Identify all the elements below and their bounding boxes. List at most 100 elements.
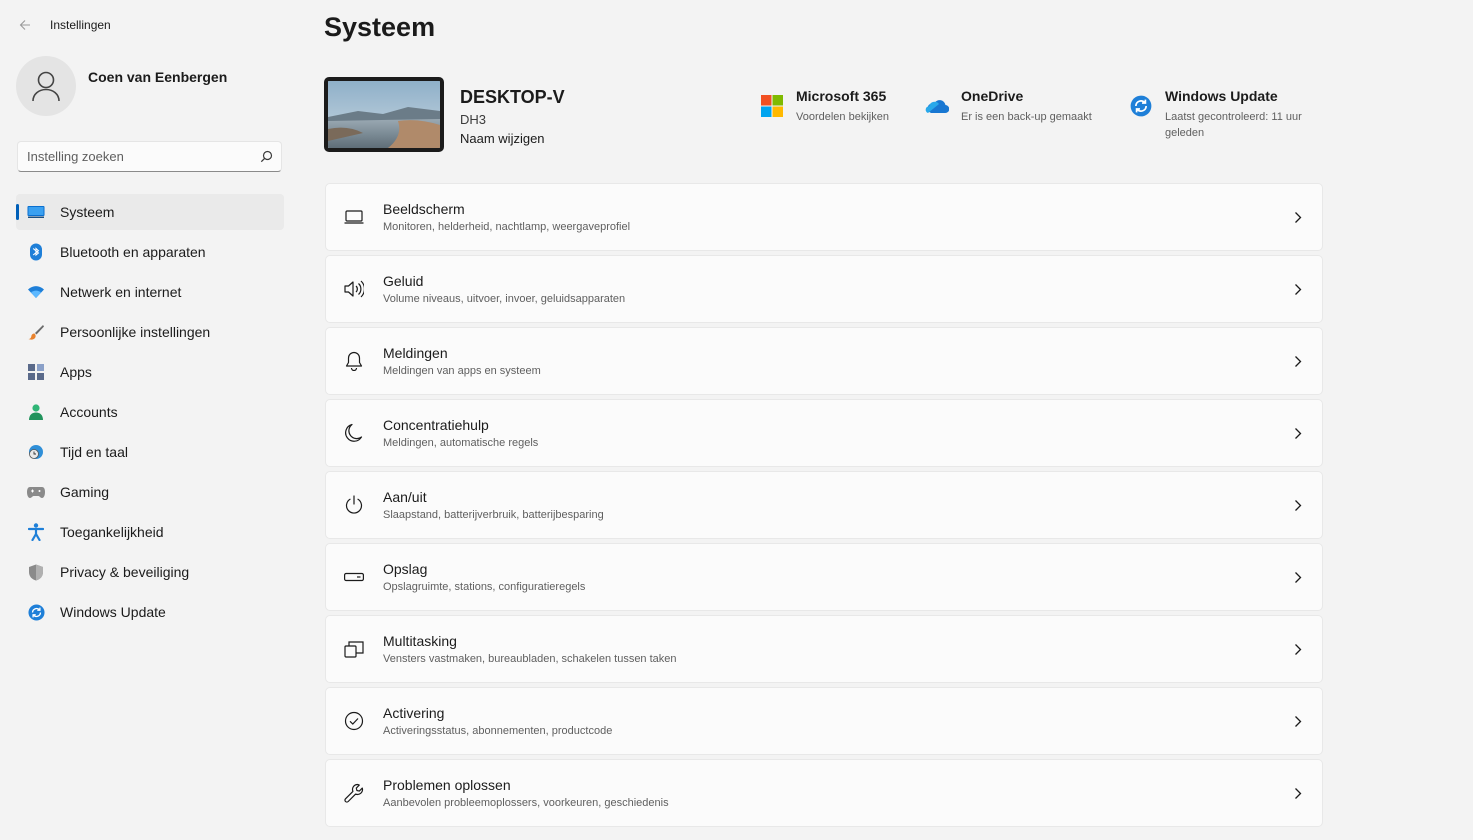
card-subtitle: Meldingen van apps en systeem — [383, 365, 541, 377]
sidebar-item-label: Apps — [60, 364, 92, 380]
sidebar-item-accounts[interactable]: Accounts — [16, 394, 284, 430]
card-title: Problemen oplossen — [383, 777, 511, 793]
apps-icon — [26, 362, 46, 382]
search-input[interactable] — [18, 142, 251, 171]
display-icon — [344, 207, 364, 227]
sidebar-item-label: Systeem — [60, 204, 115, 220]
person-icon — [26, 402, 46, 422]
card-title: Geluid — [383, 273, 424, 289]
card-title: Multitasking — [383, 633, 457, 649]
speaker-icon — [344, 279, 364, 299]
sidebar-item-apps[interactable]: Apps — [16, 354, 284, 390]
multitasking-icon — [344, 639, 364, 659]
sidebar-item-label: Tijd en taal — [60, 444, 128, 460]
sidebar-item-windows-update[interactable]: Windows Update — [16, 594, 284, 630]
search-icon[interactable] — [251, 150, 281, 163]
settings-card-concentratiehulp[interactable]: Concentratiehulp Meldingen, automatische… — [325, 399, 1323, 467]
check-circle-icon — [344, 711, 364, 731]
card-title: Concentratiehulp — [383, 417, 489, 433]
sidebar-item-privacy[interactable]: Privacy & beveiliging — [16, 554, 284, 590]
bluetooth-icon — [26, 242, 46, 262]
settings-card-beeldscherm[interactable]: Beeldscherm Monitoren, helderheid, nacht… — [325, 183, 1323, 251]
storage-icon — [344, 567, 364, 587]
sidebar: Instellingen Coen van Eenbergen Systeem … — [0, 0, 300, 840]
accessibility-icon — [26, 522, 46, 542]
card-subtitle: Activeringsstatus, abonnementen, product… — [383, 725, 613, 737]
page-title: Systeem — [324, 12, 436, 42]
monitor-icon — [26, 202, 46, 222]
card-subtitle: Vensters vastmaken, bureaubladen, schake… — [383, 653, 677, 665]
sidebar-nav: Systeem Bluetooth en apparaten Netwerk e… — [16, 194, 284, 634]
bell-icon — [344, 351, 364, 371]
device-wallpaper-thumbnail — [324, 77, 444, 152]
card-title: Meldingen — [383, 345, 448, 361]
user-name: Coen van Eenbergen — [88, 69, 228, 85]
shield-icon — [26, 562, 46, 582]
globe-clock-icon — [26, 442, 46, 462]
brush-icon — [26, 322, 46, 342]
card-subtitle: Volume niveaus, uitvoer, invoer, geluids… — [383, 293, 626, 305]
sidebar-item-label: Privacy & beveiliging — [60, 564, 190, 580]
settings-card-geluid[interactable]: Geluid Volume niveaus, uitvoer, invoer, … — [325, 255, 1323, 323]
quick-link-title: Windows Update — [1165, 88, 1278, 104]
rename-device-link[interactable]: Naam wijzigen — [460, 131, 565, 146]
sidebar-item-tijd[interactable]: Tijd en taal — [16, 434, 284, 470]
wifi-icon — [26, 282, 46, 302]
sidebar-item-persoonlijk[interactable]: Persoonlijke instellingen — [16, 314, 284, 350]
device-info: DESKTOP-V DH3 Naam wijzigen — [324, 77, 565, 152]
sidebar-item-toegankelijkheid[interactable]: Toegankelijkheid — [16, 514, 284, 550]
gamepad-icon — [26, 482, 46, 502]
card-title: Aan/uit — [383, 489, 427, 505]
search-box[interactable] — [17, 141, 282, 172]
sidebar-item-bluetooth[interactable]: Bluetooth en apparaten — [16, 234, 284, 270]
chevron-right-icon — [1290, 208, 1306, 226]
sidebar-item-systeem[interactable]: Systeem — [16, 194, 284, 230]
quick-link-microsoft-365[interactable]: Microsoft 365 Voordelen bekijken — [760, 88, 889, 125]
chevron-right-icon — [1290, 712, 1306, 730]
settings-card-opslag[interactable]: Opslag Opslagruimte, stations, configura… — [325, 543, 1323, 611]
quick-link-subtitle: Er is een back-up gemaakt — [961, 111, 1092, 123]
chevron-right-icon — [1290, 352, 1306, 370]
card-subtitle: Monitoren, helderheid, nachtlamp, weerga… — [383, 221, 631, 233]
chevron-right-icon — [1290, 280, 1306, 298]
chevron-right-icon — [1290, 568, 1306, 586]
user-profile[interactable]: Coen van Eenbergen — [16, 56, 227, 116]
device-model: DH3 — [460, 112, 487, 127]
moon-icon — [344, 423, 364, 443]
sidebar-item-label: Windows Update — [60, 604, 166, 620]
device-name: DESKTOP-V — [460, 87, 565, 107]
back-button[interactable] — [14, 14, 36, 36]
card-subtitle: Meldingen, automatische regels — [383, 437, 539, 449]
update-icon — [1129, 94, 1153, 118]
card-title: Activering — [383, 705, 445, 721]
card-subtitle: Opslagruimte, stations, configuratierege… — [383, 581, 586, 593]
settings-card-aan-uit[interactable]: Aan/uit Slaapstand, batterijverbruik, ba… — [325, 471, 1323, 539]
settings-card-problemen-oplossen[interactable]: Problemen oplossen Aanbevolen probleemop… — [325, 759, 1323, 827]
settings-card-meldingen[interactable]: Meldingen Meldingen van apps en systeem — [325, 327, 1323, 395]
settings-list: Beeldscherm Monitoren, helderheid, nacht… — [325, 183, 1323, 831]
sidebar-item-label: Accounts — [60, 404, 118, 420]
quick-link-title: OneDrive — [961, 88, 1024, 104]
sidebar-item-netwerk[interactable]: Netwerk en internet — [16, 274, 284, 310]
quick-link-onedrive[interactable]: OneDrive Er is een back-up gemaakt — [925, 88, 1092, 125]
update-icon — [26, 602, 46, 622]
avatar — [16, 56, 76, 116]
title-bar: Instellingen — [14, 14, 111, 36]
sidebar-item-label: Gaming — [60, 484, 110, 500]
card-title: Opslag — [383, 561, 428, 577]
wrench-icon — [344, 783, 364, 803]
cloud-icon — [925, 94, 949, 118]
sidebar-item-label: Bluetooth en apparaten — [60, 244, 206, 260]
quick-link-subtitle: Voordelen bekijken — [796, 111, 889, 123]
settings-card-activering[interactable]: Activering Activeringsstatus, abonnement… — [325, 687, 1323, 755]
settings-card-multitasking[interactable]: Multitasking Vensters vastmaken, bureaub… — [325, 615, 1323, 683]
back-arrow-icon — [19, 20, 30, 30]
power-icon — [344, 495, 364, 515]
sidebar-item-label: Toegankelijkheid — [60, 524, 164, 540]
user-avatar-icon — [32, 71, 60, 102]
quick-link-windows-update[interactable]: Windows Update Laatst gecontroleerd: 11 … — [1129, 88, 1329, 141]
chevron-right-icon — [1290, 424, 1306, 442]
sidebar-item-label: Netwerk en internet — [60, 284, 182, 300]
sidebar-item-gaming[interactable]: Gaming — [16, 474, 284, 510]
sidebar-item-label: Persoonlijke instellingen — [60, 324, 211, 340]
